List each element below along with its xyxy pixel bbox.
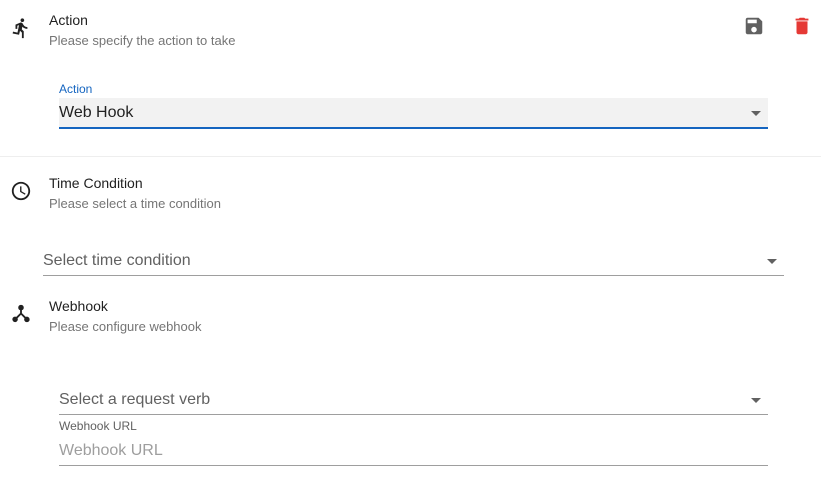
action-section-title: Action (49, 12, 88, 28)
webhook-url-placeholder: Webhook URL (59, 442, 163, 459)
time-section-subtitle: Please select a time condition (49, 196, 221, 211)
webhook-url-input[interactable]: Webhook URL (59, 436, 768, 467)
chevron-down-icon (751, 111, 761, 116)
run-icon (12, 18, 28, 39)
time-condition-select[interactable]: Select time condition (43, 246, 784, 277)
clock-icon (11, 181, 31, 201)
section-divider (0, 156, 821, 157)
delete-icon[interactable] (791, 15, 813, 37)
save-icon[interactable] (743, 15, 765, 37)
time-condition-underline (43, 275, 784, 276)
webhook-section-subtitle: Please configure webhook (49, 319, 202, 334)
webhook-url-underline (59, 465, 768, 466)
action-field-label: Action (59, 82, 93, 96)
action-select-value: Web Hook (59, 104, 134, 121)
chevron-down-icon (767, 259, 777, 264)
webhook-icon (12, 304, 30, 323)
request-verb-placeholder: Select a request verb (59, 391, 211, 408)
chevron-down-icon (751, 398, 761, 403)
request-verb-select[interactable]: Select a request verb (59, 385, 768, 416)
action-select[interactable]: Web Hook (59, 98, 768, 129)
time-condition-placeholder: Select time condition (43, 252, 191, 269)
time-section-title: Time Condition (49, 175, 143, 191)
webhook-url-label: Webhook URL (59, 419, 137, 433)
action-section-subtitle: Please specify the action to take (49, 33, 236, 48)
action-select-underline (59, 127, 768, 129)
webhook-section-title: Webhook (49, 298, 108, 314)
request-verb-underline (59, 414, 768, 415)
